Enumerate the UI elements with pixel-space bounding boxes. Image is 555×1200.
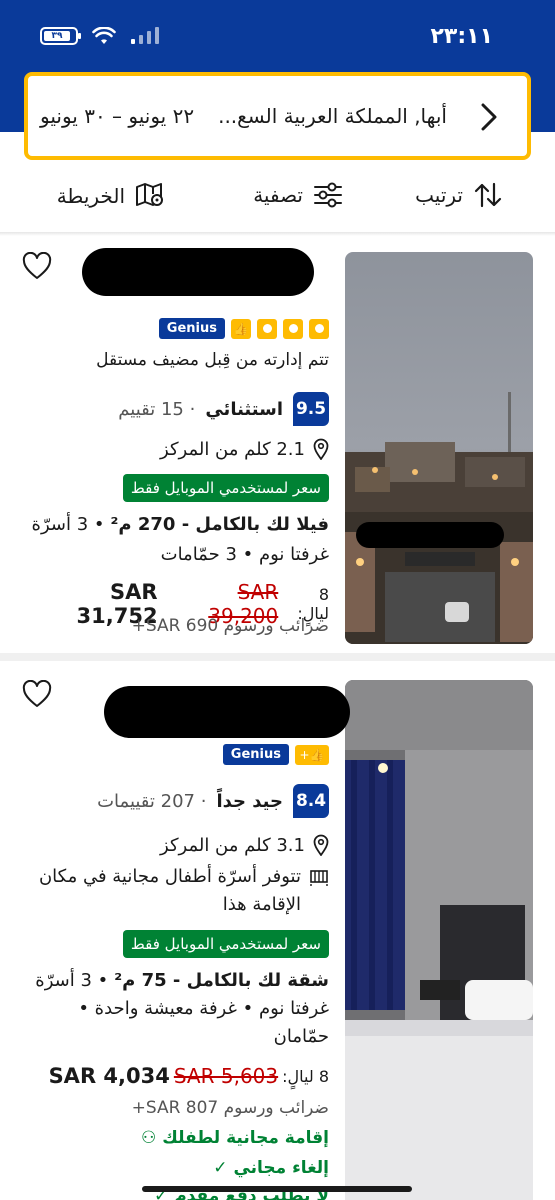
mobile-badge-row: سعر لمستخدمي الموبايل فقط xyxy=(22,930,329,958)
discounted-price: SAR 4,034 xyxy=(48,1064,170,1088)
property-card[interactable]: 👍+ Genius 8.4 جيد جداً · 207 تقييمات 3.1… xyxy=(0,668,555,1200)
unit-title: فيلا لك بالكامل - 270 م² xyxy=(110,514,329,535)
nights-label: 8 ليالٍ: xyxy=(282,1066,329,1086)
battery-level: ٣٩ xyxy=(44,31,70,41)
star-icon xyxy=(309,318,329,339)
property-info: 👍 Genius تتم إدارته من قِبل مضيف مستقل 9… xyxy=(22,236,329,661)
filter-sliders-icon xyxy=(314,182,342,208)
location-pin-icon xyxy=(313,438,329,460)
genius-badge: Genius xyxy=(158,318,225,339)
sort-label: ترتيب xyxy=(415,183,463,207)
results-toolbar: ترتيب تصفية الخريطة xyxy=(0,176,555,232)
taxes-text: ضرائب ورسوم SAR 690+ xyxy=(131,616,329,636)
unit-title-row: فيلا لك بالكامل - 270 م² • 3 أسرّة xyxy=(22,514,329,535)
search-dates: ٢٢ يونيو – ٣٠ يونيو xyxy=(40,104,195,128)
crib-icon xyxy=(310,869,328,886)
review-grade: جيد جداً xyxy=(216,790,283,812)
map-label: الخريطة xyxy=(56,184,125,208)
property-card[interactable]: 👍 Genius تتم إدارته من قِبل مضيف مستقل 9… xyxy=(0,236,555,661)
distance-row: 2.1 كلم من المركز xyxy=(22,438,329,460)
filter-label: تصفية xyxy=(253,183,303,207)
distance-text: 3.1 كلم من المركز xyxy=(160,834,305,856)
map-pin-icon xyxy=(136,183,163,206)
property-info: 👍+ Genius 8.4 جيد جداً · 207 تقييمات 3.1… xyxy=(22,668,329,1200)
star-icon xyxy=(283,318,303,339)
review-count: · 207 تقييمات xyxy=(97,790,207,812)
battery-icon: ٣٩ xyxy=(40,27,81,45)
child-icon: ⚇ xyxy=(140,1128,157,1148)
price-row: 8 ليالٍ: SAR 5,603 SAR 4,034 xyxy=(22,1064,329,1088)
mobile-badge-row: سعر لمستخدمي الموبايل فقط xyxy=(22,474,329,502)
review-score-row: 8.4 جيد جداً · 207 تقييمات xyxy=(22,784,329,818)
perk-child-text: إقامة مجانية لطفلك xyxy=(162,1128,329,1148)
checkmark-icon: ✓ xyxy=(213,1158,228,1178)
photo-bedroom xyxy=(345,680,533,1200)
unit-rooms: غرفتا نوم • 3 حمّامات xyxy=(160,544,329,565)
distance-text: 2.1 كلم من المركز xyxy=(160,438,305,460)
review-score: 9.5 xyxy=(293,392,329,426)
sort-arrows-icon xyxy=(474,182,502,208)
star-icon xyxy=(257,318,277,339)
mobile-price-badge: سعر لمستخدمي الموبايل فقط xyxy=(122,474,329,502)
unit-baths: حمّامان xyxy=(273,1026,329,1047)
photo-dusk-city xyxy=(345,252,533,644)
crib-text-2: الإقامة هذا xyxy=(222,894,301,915)
unit-title: شقة لك بالكامل - 75 م² xyxy=(114,970,329,991)
review-score: 8.4 xyxy=(293,784,329,818)
home-indicator[interactable] xyxy=(142,1186,412,1192)
review-score-row: 9.5 استثنائي · 15 تقييم xyxy=(22,392,329,426)
search-location: أبها, المملكة العربية السع... xyxy=(218,104,447,128)
sort-button[interactable]: ترتيب xyxy=(415,182,503,208)
perk-child-row: إقامة مجانية لطفلك ⚇ xyxy=(22,1128,329,1148)
crib-text-1: تتوفر أسرّة أطفال مجانية في مكان xyxy=(38,866,301,887)
status-icons: ٣٩ xyxy=(40,27,160,45)
original-price: SAR 5,603 xyxy=(173,1064,279,1088)
property-photo[interactable] xyxy=(345,680,533,1200)
unit-beds: • 3 أسرّة xyxy=(35,970,109,991)
rating-badges: 👍 Genius xyxy=(22,318,329,339)
status-time: ٢٣:١١ xyxy=(430,24,493,49)
mobile-price-badge: سعر لمستخدمي الموبايل فقط xyxy=(122,930,329,958)
perk-cancel-row: إلغاء مجاني ✓ xyxy=(22,1158,329,1178)
review-count: · 15 تقييم xyxy=(118,398,196,420)
search-summary[interactable]: أبها, المملكة العربية السع... ٢٢ يونيو –… xyxy=(24,72,531,160)
redacted-photo-overlay xyxy=(356,522,504,548)
perk-cancel-text: إلغاء مجاني xyxy=(233,1158,329,1178)
thumbs-up-plus-icon: 👍+ xyxy=(295,744,329,765)
managed-by-text: تتم إدارته من قِبل مضيف مستقل xyxy=(96,350,329,370)
taxes-text: ضرائب ورسوم SAR 807+ xyxy=(131,1098,329,1118)
property-photo[interactable] xyxy=(345,252,533,644)
map-button[interactable]: الخريطة xyxy=(57,182,165,210)
thumbs-up-icon: 👍 xyxy=(231,318,251,339)
crib-row: تتوفر أسرّة أطفال مجانية في مكان xyxy=(22,866,329,887)
distance-row: 3.1 كلم من المركز xyxy=(22,834,329,856)
wifi-icon xyxy=(92,27,116,44)
filter-button[interactable]: تصفية xyxy=(253,182,343,208)
back-chevron-icon[interactable] xyxy=(479,102,499,132)
review-grade: استثنائي xyxy=(205,398,283,420)
location-pin-icon xyxy=(313,834,329,856)
unit-rooms: غرفتا نوم • غرفة معيشة واحدة • xyxy=(78,998,329,1019)
cellular-signal-icon xyxy=(131,27,159,44)
unit-title-row: شقة لك بالكامل - 75 م² • 3 أسرّة xyxy=(22,970,329,991)
rating-badges: 👍+ Genius xyxy=(22,744,329,765)
genius-badge: Genius xyxy=(222,744,289,765)
unit-beds: • 3 أسرّة xyxy=(31,514,105,535)
